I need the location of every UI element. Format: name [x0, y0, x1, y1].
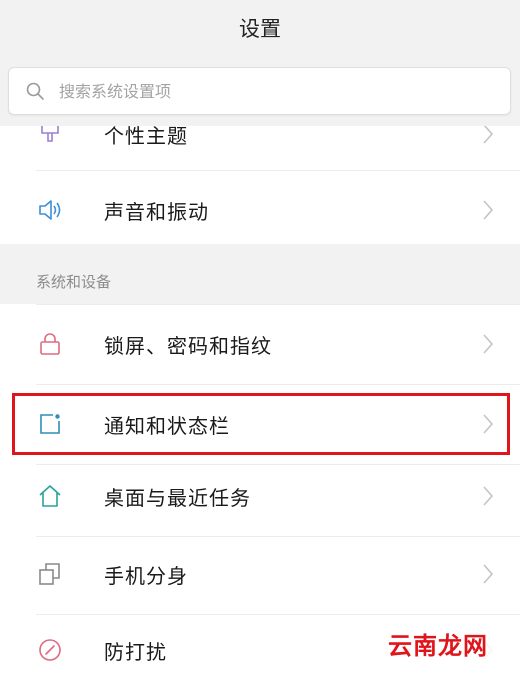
page-title: 设置 [0, 0, 520, 56]
lock-icon [36, 330, 64, 358]
settings-item-sound[interactable]: 声音和振动 [0, 170, 520, 244]
settings-item-lockscreen[interactable]: 锁屏、密码和指纹 [0, 304, 520, 384]
watermark-text: 云南龙网 [382, 624, 494, 663]
clone-icon [36, 560, 64, 588]
home-icon [36, 482, 64, 510]
chevron-right-icon [483, 126, 494, 144]
section-title-system: 系统和设备 [36, 273, 112, 291]
search-bar[interactable] [8, 67, 511, 115]
settings-item-label: 手机分身 [104, 563, 188, 588]
settings-item-dual-apps[interactable]: 手机分身 [0, 534, 520, 614]
settings-item-desktop[interactable]: 桌面与最近任务 [0, 456, 520, 536]
chevron-right-icon [483, 486, 494, 506]
page-title-text: 设置 [239, 17, 281, 41]
settings-item-label: 桌面与最近任务 [104, 485, 251, 510]
speaker-icon [36, 196, 64, 224]
chevron-right-icon [483, 414, 494, 434]
personal-settings-group: 个性主题 声音和振动 [0, 126, 520, 244]
settings-item-notifications[interactable]: 通知和状态栏 [0, 384, 520, 464]
search-input[interactable] [59, 81, 459, 101]
settings-item-label: 通知和状态栏 [104, 413, 230, 438]
theme-brush-icon [36, 126, 64, 148]
settings-item-label: 个性主题 [104, 126, 188, 148]
settings-item-label: 防打扰 [104, 639, 167, 664]
do-not-disturb-icon [36, 636, 64, 664]
chevron-right-icon [483, 564, 494, 584]
settings-item-label: 锁屏、密码和指纹 [104, 333, 272, 358]
chevron-right-icon [483, 200, 494, 220]
chevron-right-icon [483, 334, 494, 354]
settings-item-theme[interactable]: 个性主题 [0, 126, 520, 174]
system-settings-group: 锁屏、密码和指纹 通知和状态栏 桌面与最近任务 手机分身 防打扰 [0, 304, 520, 673]
settings-item-label: 声音和振动 [104, 199, 209, 224]
search-icon [26, 82, 44, 100]
notification-icon [36, 410, 64, 438]
